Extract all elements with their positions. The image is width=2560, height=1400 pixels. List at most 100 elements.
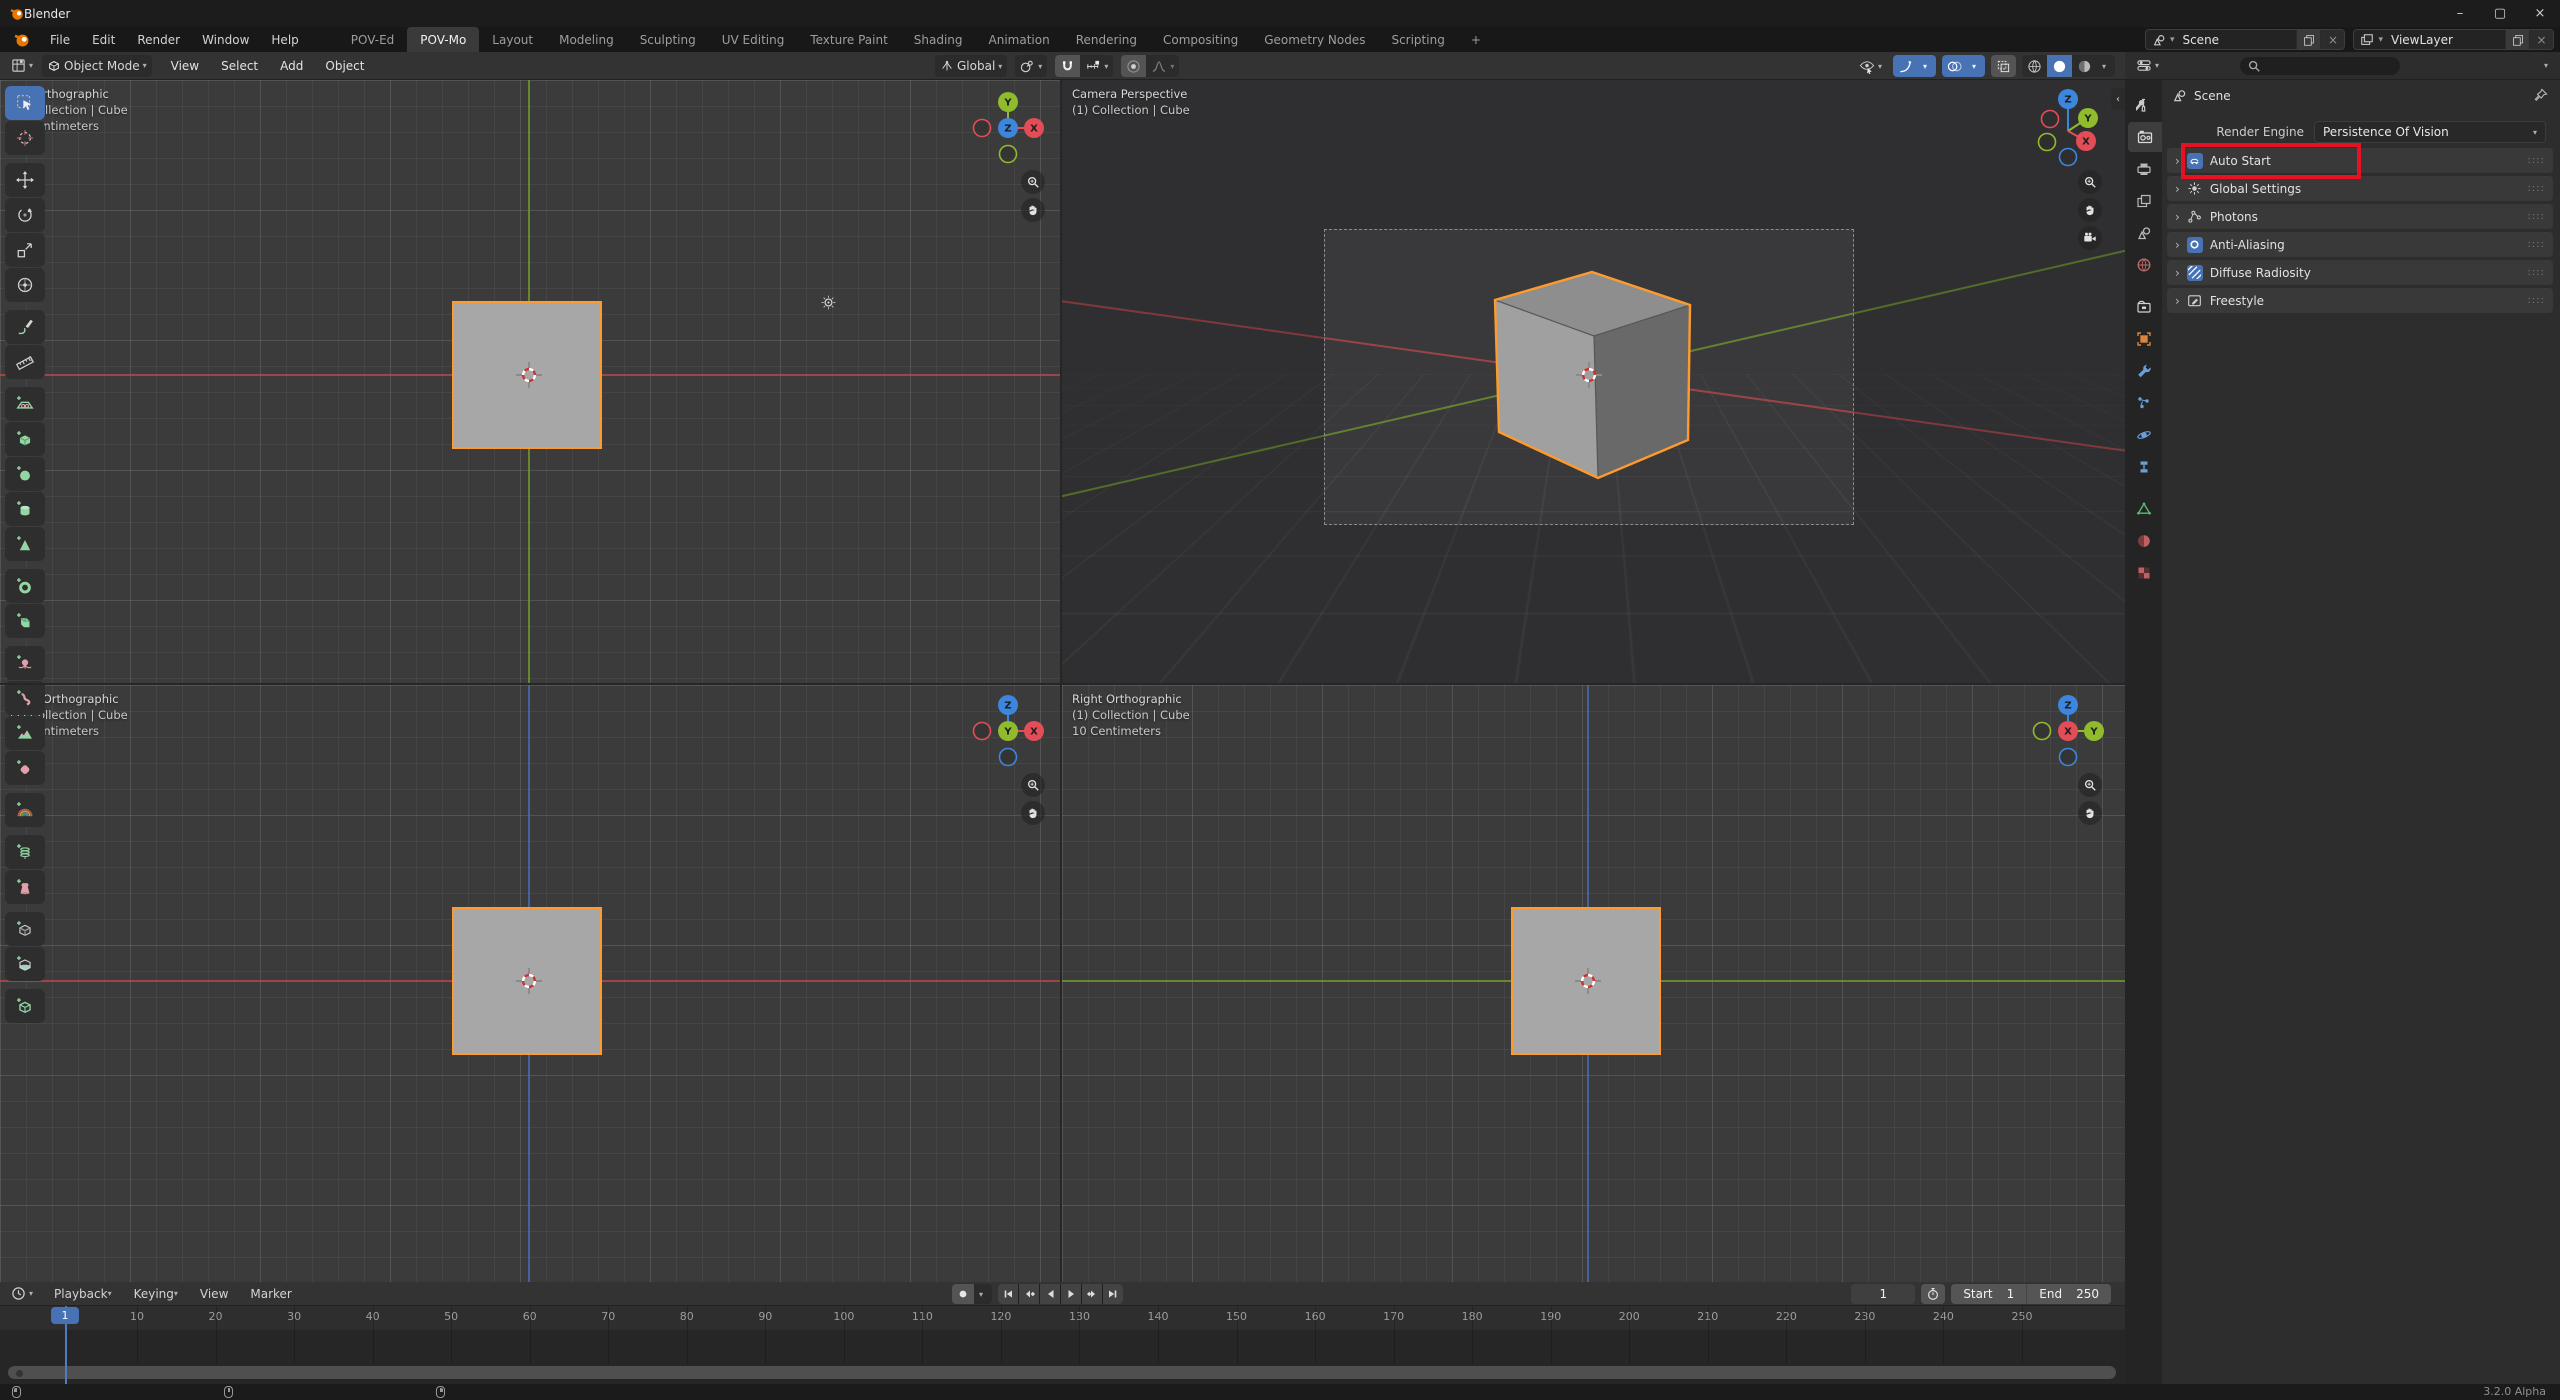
- workspace-tab-sculpting[interactable]: Sculpting: [627, 27, 709, 52]
- tool-transform[interactable]: [5, 268, 45, 302]
- tool-add-cylinder[interactable]: [5, 492, 45, 526]
- tool-add-blob[interactable]: [5, 646, 45, 680]
- workspace-tab-uv-editing[interactable]: UV Editing: [709, 27, 798, 52]
- pan-hand-icon[interactable]: [2078, 801, 2102, 825]
- add-workspace-button[interactable]: +: [1458, 27, 1494, 52]
- properties-tab-render[interactable]: [2128, 122, 2162, 152]
- properties-tab-texture[interactable]: [2125, 558, 2162, 588]
- current-frame-field[interactable]: 1: [1851, 1284, 1915, 1304]
- pivot-point-dropdown[interactable]: ▾: [1015, 55, 1047, 77]
- pin-icon[interactable]: [2533, 88, 2548, 103]
- tool-add-cone[interactable]: [5, 527, 45, 561]
- use-preview-range-toggle[interactable]: [1921, 1284, 1945, 1304]
- panel-drag-handle[interactable]: ::::: [2528, 295, 2545, 306]
- quad-split-horizontal[interactable]: [0, 683, 2125, 685]
- properties-search[interactable]: [2240, 57, 2400, 75]
- light-object-icon[interactable]: [820, 294, 837, 311]
- workspace-tab-texture-paint[interactable]: Texture Paint: [797, 27, 900, 52]
- properties-tab-particles[interactable]: [2125, 388, 2162, 418]
- pan-hand-icon[interactable]: [2078, 198, 2102, 222]
- properties-tab-constraints[interactable]: [2125, 452, 2162, 482]
- search-input[interactable]: [2264, 59, 2384, 72]
- tool-add-prism[interactable]: [5, 604, 45, 638]
- render-engine-dropdown[interactable]: Persistence Of Vision ▾: [2314, 121, 2546, 143]
- menu-window[interactable]: Window: [191, 27, 260, 52]
- gizmo-dropdown[interactable]: ▾: [1918, 55, 1936, 77]
- current-frame-badge[interactable]: 1: [51, 1307, 79, 1324]
- menu-file[interactable]: File: [39, 27, 81, 52]
- properties-tab-material[interactable]: [2125, 526, 2162, 556]
- viewport-menu-object[interactable]: Object: [316, 59, 373, 73]
- remove-view-layer-button[interactable]: ×: [2529, 29, 2553, 50]
- sidebar-toggle-arrow[interactable]: ‹: [2111, 88, 2125, 110]
- snap-toggle[interactable]: [1055, 55, 1080, 77]
- menu-edit[interactable]: Edit: [81, 27, 126, 52]
- keying-dropdown[interactable]: ▾: [974, 1284, 992, 1304]
- xray-toggle[interactable]: [1991, 55, 2016, 77]
- tool-add-lathe[interactable]: [5, 870, 45, 904]
- tool-add-superellipsoid[interactable]: [5, 751, 45, 785]
- tool-scale[interactable]: [5, 233, 45, 267]
- breadcrumb-label[interactable]: Scene: [2194, 89, 2231, 103]
- properties-tab-output[interactable]: [2125, 154, 2162, 184]
- panel-drag-handle[interactable]: ::::: [2528, 267, 2545, 278]
- new-view-layer-button[interactable]: [2505, 29, 2529, 50]
- new-scene-button[interactable]: [2296, 29, 2320, 50]
- viewport-quad-front[interactable]: Front Orthographic (1) Collection | Cube…: [0, 685, 1060, 1282]
- tool-add-height-field[interactable]: [5, 716, 45, 750]
- timeline-menu-keying[interactable]: Keying ▾: [124, 1287, 188, 1301]
- tool-add-infinite-plane[interactable]: [5, 387, 45, 421]
- auto-keying-record-button[interactable]: [952, 1284, 974, 1304]
- play-reverse-button[interactable]: [1040, 1284, 1060, 1304]
- expand-chevron-icon[interactable]: ›: [2175, 154, 2180, 168]
- workspace-tab-pov-ed[interactable]: POV-Ed: [338, 27, 408, 52]
- workspace-tab-pov-mo[interactable]: POV-Mo: [407, 27, 479, 52]
- timeline-editor-type-button[interactable]: ▾: [6, 1283, 38, 1305]
- properties-editor-type-button[interactable]: ▾: [2131, 55, 2164, 77]
- viewport-quad-camera[interactable]: Camera Perspective (1) Collection | Cube…: [1062, 80, 2125, 683]
- pan-hand-icon[interactable]: [1021, 801, 1045, 825]
- menu-render[interactable]: Render: [126, 27, 191, 52]
- panel-drag-handle[interactable]: ::::: [2528, 211, 2545, 222]
- camera-view-icon[interactable]: [2078, 226, 2102, 250]
- panel-drag-handle[interactable]: ::::: [2528, 239, 2545, 250]
- view-layer-name[interactable]: ViewLayer: [2387, 33, 2505, 47]
- tool-rotate[interactable]: [5, 198, 45, 232]
- navigation-gizmo[interactable]: ZYX: [2028, 85, 2108, 169]
- properties-tab-scene[interactable]: [2125, 218, 2162, 248]
- unlink-scene-button[interactable]: ×: [2320, 29, 2344, 50]
- zoom-icon[interactable]: [2078, 170, 2102, 194]
- tool-add-spring[interactable]: [5, 835, 45, 869]
- tool-add-mesh-cube[interactable]: [5, 989, 45, 1023]
- properties-tab-object-data[interactable]: [2125, 494, 2162, 524]
- end-frame-field[interactable]: End250: [2027, 1284, 2111, 1304]
- navigation-gizmo[interactable]: YXZ: [968, 88, 1048, 172]
- play-button[interactable]: [1061, 1284, 1081, 1304]
- panel-anti-aliasing[interactable]: ›Anti-Aliasing::::: [2167, 232, 2553, 257]
- properties-tab-view-layer[interactable]: [2125, 186, 2162, 216]
- timeline-track[interactable]: [0, 1330, 2125, 1364]
- mode-dropdown[interactable]: Object Mode ▾: [42, 55, 152, 77]
- view-layer-selector[interactable]: ▾ ViewLayer ×: [2353, 29, 2554, 50]
- transform-orientation-dropdown[interactable]: Global ▾: [935, 55, 1007, 77]
- tool-annotate[interactable]: [5, 310, 45, 344]
- panel-diffuse-radiosity[interactable]: ›Diffuse Radiosity::::: [2167, 260, 2553, 285]
- editor-type-button[interactable]: ▾: [6, 55, 38, 77]
- navigation-gizmo[interactable]: ZYX: [2028, 691, 2108, 775]
- workspace-tab-layout[interactable]: Layout: [479, 27, 546, 52]
- scene-name[interactable]: Scene: [2178, 33, 2296, 47]
- jump-to-start-button[interactable]: [998, 1284, 1018, 1304]
- panel-drag-handle[interactable]: ::::: [2528, 183, 2545, 194]
- pan-hand-icon[interactable]: [1021, 198, 1045, 222]
- proportional-editing-toggle[interactable]: [1121, 55, 1146, 77]
- timeline-scrollbar[interactable]: [8, 1366, 2116, 1379]
- tool-add-box[interactable]: [5, 422, 45, 456]
- show-gizmo-toggle[interactable]: [1893, 55, 1918, 77]
- proportional-falloff-dropdown[interactable]: ▾: [1146, 55, 1179, 77]
- timeline-ruler[interactable]: 1020304050607080901001101201301401501601…: [0, 1306, 2125, 1330]
- quad-split-vertical[interactable]: [1060, 80, 1062, 1282]
- expand-chevron-icon[interactable]: ›: [2175, 182, 2180, 196]
- start-frame-field[interactable]: Start1: [1951, 1284, 2026, 1304]
- scene-selector[interactable]: ▾ Scene ×: [2145, 29, 2346, 50]
- viewport-menu-select[interactable]: Select: [212, 59, 267, 73]
